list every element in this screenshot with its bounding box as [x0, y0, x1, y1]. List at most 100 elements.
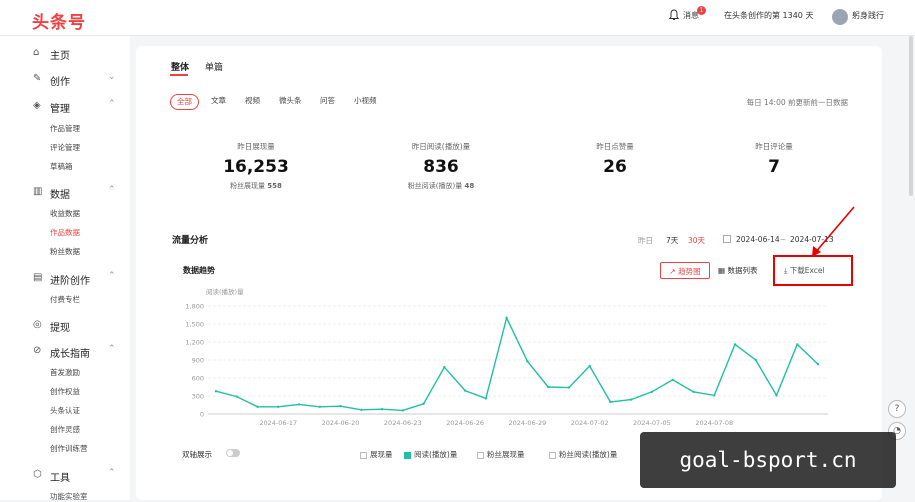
legend-swatch	[477, 451, 484, 459]
tab-single[interactable]: 单篇	[205, 60, 223, 73]
sidebar-sub-item[interactable]: 草稿箱	[50, 161, 73, 172]
help-icon[interactable]: ?	[888, 400, 906, 418]
data-point	[650, 390, 654, 393]
sidebar-sub-item[interactable]: 收益数据	[50, 208, 80, 219]
filter-pill-video[interactable]: 视频	[245, 94, 260, 108]
filter-pill-all[interactable]: 全部	[170, 94, 199, 110]
active-tab-underline	[170, 74, 188, 76]
traffic-analysis-title: 流量分析	[172, 236, 209, 246]
data-point	[297, 403, 301, 406]
metric-value: 26	[603, 157, 627, 177]
data-point	[692, 390, 695, 393]
cube-icon: ⬡	[33, 469, 42, 480]
sidebar-sub-item-active[interactable]: 作品数据	[50, 227, 80, 238]
x-tick-label: 2024-06-23	[384, 419, 422, 427]
top-bar: 头条号 消息 1 在头条创作的第 1340 天 躬身践行	[0, 0, 915, 36]
filter-pill-article[interactable]: 文章	[211, 94, 226, 108]
legend-swatch	[549, 451, 556, 459]
metric-value: 7	[768, 157, 780, 177]
data-point	[629, 398, 633, 401]
data-point	[775, 394, 778, 397]
page-scrollbar[interactable]	[909, 36, 913, 196]
data-point	[588, 364, 591, 368]
data-point	[546, 385, 550, 389]
data-point	[256, 405, 259, 408]
bell-icon[interactable]	[668, 9, 680, 21]
sidebar-sub-item[interactable]: 付费专栏	[50, 294, 80, 305]
trend-icon: ↗	[669, 267, 676, 276]
metric-label: 昨日评论量	[755, 142, 793, 151]
chevron-up-icon: ⌃	[108, 271, 116, 281]
y-tick-label: 600	[192, 375, 204, 383]
metric-value: 16,253	[223, 157, 289, 177]
legend-impressions[interactable]: 展现量	[360, 449, 393, 460]
chart-section-title: 数据趋势	[183, 266, 215, 275]
data-point	[733, 343, 737, 346]
data-point	[339, 405, 342, 408]
pen-icon: ✎	[33, 73, 42, 84]
creation-days-text: 在头条创作的第 1340 天	[724, 11, 814, 20]
compass-icon: ⊘	[33, 345, 42, 356]
y-tick-label: 1,500	[185, 321, 204, 329]
y-tick-label: 300	[192, 393, 204, 401]
legend-reads[interactable]: 阅读(播放)量	[404, 449, 457, 460]
y-tick-label: 0	[200, 411, 204, 419]
message-count-badge: 1	[697, 6, 706, 15]
data-point	[235, 395, 238, 398]
metric-sub-value: 48	[464, 182, 475, 190]
sidebar-sub-item[interactable]: 评论管理	[50, 142, 80, 153]
tab-overall[interactable]: 整体	[171, 60, 189, 73]
filter-pill-short-video[interactable]: 小视频	[354, 94, 377, 108]
watermark: goal-bsport.cn	[640, 432, 896, 488]
username[interactable]: 躬身践行	[852, 10, 884, 21]
x-tick-label: 2024-06-17	[259, 419, 297, 427]
data-point	[401, 409, 405, 412]
sidebar-sub-item[interactable]: 功能实验室	[50, 491, 88, 502]
metric-label: 昨日点赞量	[596, 142, 634, 151]
date-separator: ~	[780, 235, 787, 244]
x-tick-label: 2024-07-02	[571, 419, 609, 427]
filter-pill-qa[interactable]: 问答	[320, 94, 335, 108]
calendar-icon[interactable]	[723, 235, 731, 243]
metric-impressions: 昨日展现量 16,253 粉丝展现量 558	[176, 141, 336, 191]
x-tick-label: 2024-06-20	[322, 419, 360, 427]
dual-axis-toggle[interactable]	[226, 449, 240, 457]
range-7days[interactable]: 7天	[666, 235, 678, 246]
logo[interactable]: 头条号	[32, 8, 86, 33]
series-line	[215, 315, 819, 412]
data-point	[609, 400, 612, 404]
range-yesterday[interactable]: 昨日	[638, 235, 653, 246]
legend-fan-reads[interactable]: 粉丝阅读(播放)量	[549, 449, 617, 460]
metric-sub-value: 558	[267, 182, 282, 190]
filter-pill-microtoutiao[interactable]: 微头条	[279, 94, 302, 108]
sidebar-sub-item[interactable]: 创作权益	[50, 386, 80, 397]
sidebar-sub-item[interactable]: 创作训练营	[50, 443, 88, 454]
data-point	[484, 397, 488, 400]
trend-chart-button[interactable]: ↗ 趋势图	[660, 262, 710, 279]
avatar[interactable]	[832, 9, 848, 25]
chevron-up-icon: ⌃	[108, 99, 116, 109]
document-icon: ▤	[33, 272, 43, 283]
annotation-arrow	[812, 206, 855, 257]
chevron-up-icon: ⌃	[108, 344, 116, 354]
home-icon: ⌂	[33, 47, 40, 58]
chevron-up-icon: ⌃	[108, 185, 116, 195]
metric-value: 836	[423, 157, 459, 177]
data-point	[422, 402, 425, 405]
data-point	[214, 390, 218, 393]
date-start[interactable]: 2024-06-14	[736, 235, 780, 244]
sidebar-sub-item[interactable]: 作品管理	[50, 123, 80, 134]
sidebar-sub-item[interactable]: 粉丝数据	[50, 246, 80, 257]
x-tick-label: 2024-06-26	[446, 419, 484, 427]
sidebar-sub-item[interactable]: 首发激励	[50, 367, 80, 378]
data-list-button[interactable]: ▦ 数据列表	[718, 262, 766, 279]
sidebar-sub-item[interactable]: 创作灵感	[50, 424, 80, 435]
data-point	[713, 394, 716, 397]
legend-fan-impressions[interactable]: 粉丝展现量	[477, 449, 525, 460]
sidebar-sub-item[interactable]: 头条认证	[50, 405, 80, 416]
range-30days[interactable]: 30天	[688, 235, 705, 246]
data-point	[816, 363, 820, 366]
metric-label: 昨日阅读(播放)量	[411, 142, 471, 151]
chart-icon: ▥	[33, 186, 43, 197]
x-tick-label: 2024-06-29	[508, 419, 546, 427]
